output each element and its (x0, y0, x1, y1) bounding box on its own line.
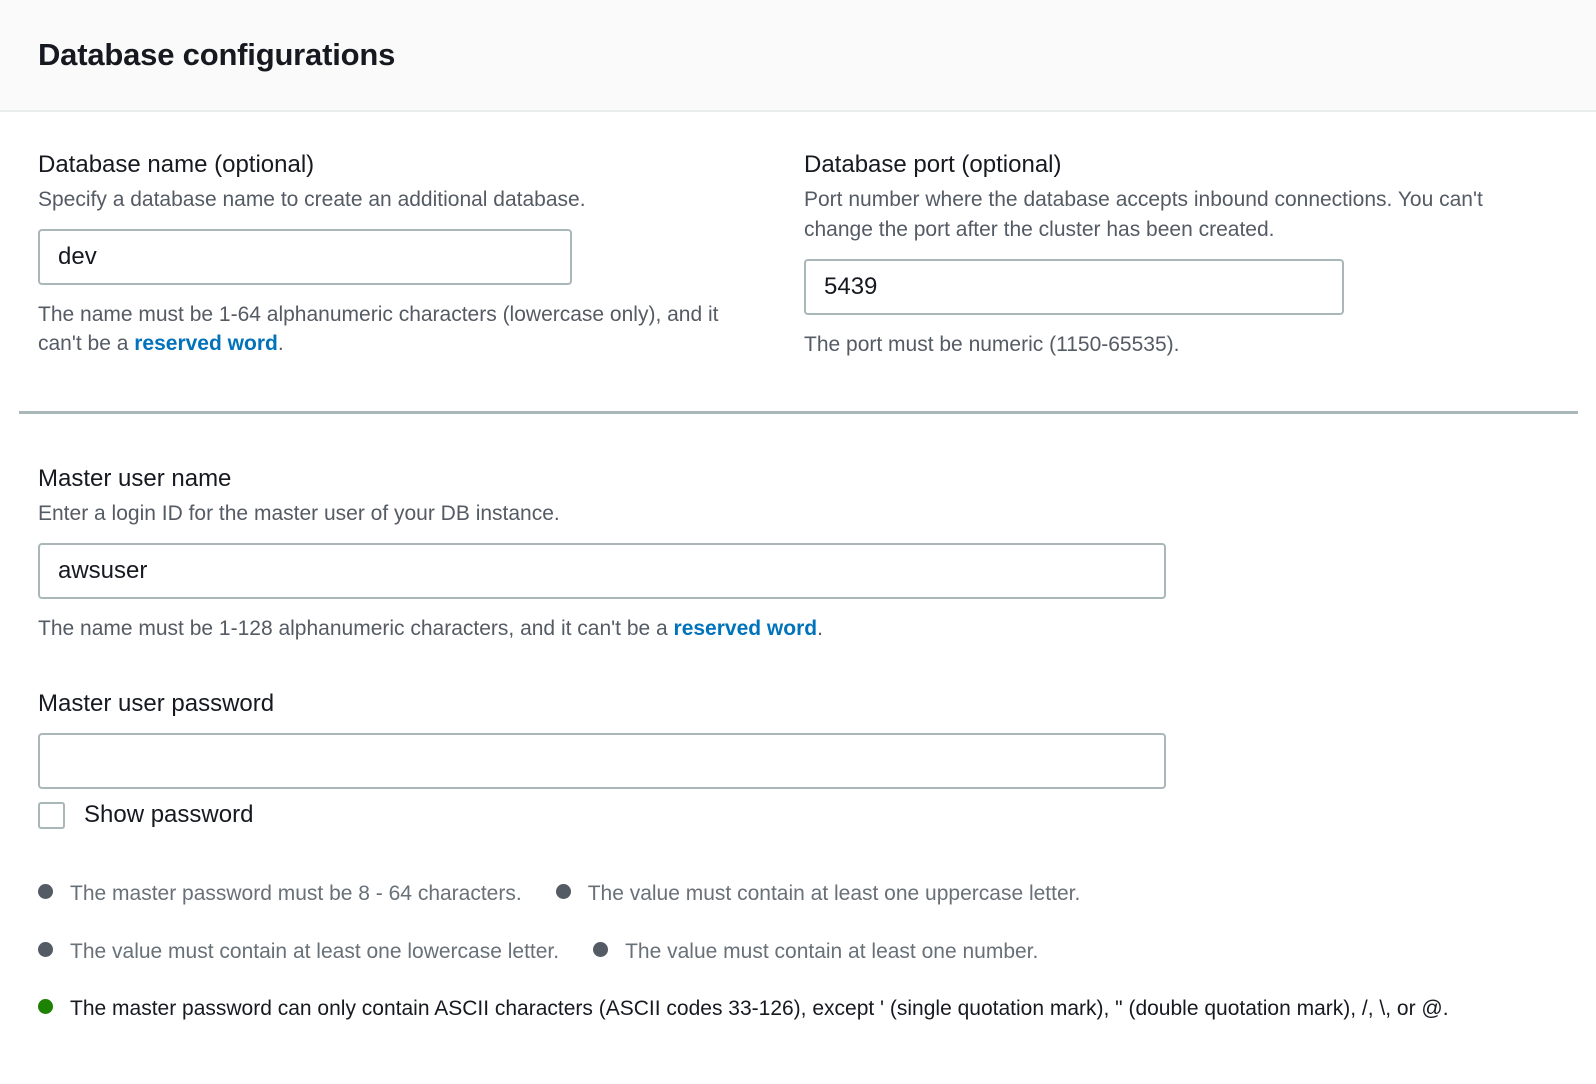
satisfied-bullet-icon (38, 999, 53, 1014)
pending-bullet-icon (593, 942, 608, 957)
database-configurations-panel: Database configurations Database name (o… (0, 0, 1596, 1084)
requirement-text: The master password can only contain ASC… (70, 997, 1449, 1020)
master-user-name-description: Enter a login ID for the master user of … (38, 499, 1558, 529)
database-port-input[interactable] (804, 259, 1344, 315)
master-user-name-constraint-text: The name must be 1-128 alphanumeric char… (38, 617, 674, 640)
reserved-word-link[interactable]: reserved word (674, 617, 818, 640)
reserved-word-link[interactable]: reserved word (134, 332, 278, 355)
database-name-input[interactable] (38, 229, 572, 285)
pending-bullet-icon (556, 884, 571, 899)
master-user-password-field: Master user password Show password (38, 689, 1558, 829)
database-port-description: Port number where the database accepts i… (804, 185, 1544, 245)
database-name-constraint-suffix: . (278, 332, 284, 355)
requirement-item: The value must contain at least one uppe… (556, 882, 1081, 905)
requirement-item: The master password must be 8 - 64 chara… (38, 882, 522, 905)
show-password-row: Show password (38, 801, 1558, 829)
database-name-field: Database name (optional) Specify a datab… (38, 150, 748, 359)
requirement-text: The value must contain at least one numb… (625, 940, 1038, 963)
master-user-name-label: Master user name (38, 464, 1558, 494)
show-password-label[interactable]: Show password (84, 801, 253, 829)
section-divider (19, 411, 1578, 414)
panel-content: Database name (optional) Specify a datab… (0, 112, 1596, 1025)
requirement-item-satisfied: The master password can only contain ASC… (38, 997, 1449, 1020)
master-user-name-input[interactable] (38, 543, 1166, 599)
database-name-description: Specify a database name to create an add… (38, 185, 748, 215)
master-user-name-constraint-suffix: . (817, 617, 823, 640)
database-port-constraint: The port must be numeric (1150-65535). (804, 330, 1544, 359)
db-name-port-row: Database name (optional) Specify a datab… (38, 150, 1558, 359)
requirement-text: The value must contain at least one uppe… (588, 882, 1081, 905)
requirement-text: The value must contain at least one lowe… (70, 940, 559, 963)
requirement-item: The value must contain at least one lowe… (38, 940, 559, 963)
database-port-label: Database port (optional) (804, 150, 1544, 180)
requirements-row: The value must contain at least one lowe… (38, 937, 1490, 967)
show-password-checkbox[interactable] (38, 802, 65, 829)
master-user-name-constraint: The name must be 1-128 alphanumeric char… (38, 614, 1558, 643)
master-user-password-input[interactable] (38, 733, 1166, 789)
database-port-field: Database port (optional) Port number whe… (804, 150, 1544, 359)
panel-header: Database configurations (0, 0, 1596, 112)
page-title: Database configurations (38, 37, 395, 73)
password-requirements: The master password must be 8 - 64 chara… (38, 879, 1490, 1024)
requirement-text: The master password must be 8 - 64 chara… (70, 882, 522, 905)
database-name-constraint: The name must be 1-64 alphanumeric chara… (38, 300, 748, 359)
pending-bullet-icon (38, 942, 53, 957)
pending-bullet-icon (38, 884, 53, 899)
requirement-item: The value must contain at least one numb… (593, 940, 1038, 963)
requirements-row: The master password can only contain ASC… (38, 994, 1490, 1024)
master-user-name-field: Master user name Enter a login ID for th… (38, 464, 1558, 643)
master-user-password-label: Master user password (38, 689, 1558, 719)
database-name-label: Database name (optional) (38, 150, 748, 180)
requirements-row: The master password must be 8 - 64 chara… (38, 879, 1490, 909)
